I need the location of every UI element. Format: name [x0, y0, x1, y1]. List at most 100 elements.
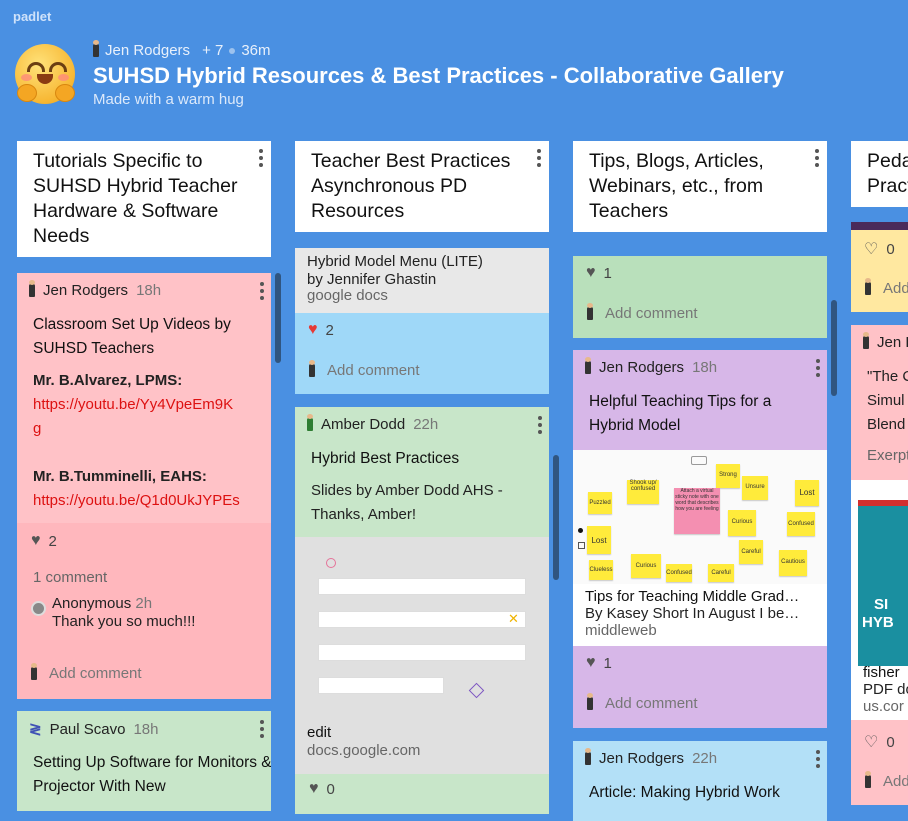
post-menu-icon[interactable]	[816, 359, 820, 380]
sticky-note: Unsure	[742, 476, 768, 500]
sticky-note: Careful	[739, 540, 763, 564]
post-menu-icon[interactable]	[816, 750, 820, 771]
post-pedagogy-previous[interactable]: ♡ 0 Add comment	[851, 222, 908, 312]
column-scrollbar[interactable]	[275, 273, 281, 363]
heart-icon: ♥	[308, 321, 318, 338]
heart-outline-icon: ♡	[864, 241, 879, 258]
attachment-source: docs.google.com	[307, 742, 421, 759]
video-link-2[interactable]: https://youtu.be/Q1d0UkJYPEs	[33, 489, 240, 513]
like-count: 1	[603, 654, 612, 672]
like-button[interactable]: ♡ 0	[864, 239, 895, 259]
attachment-preview[interactable]: Hybrid Model Menu (LITE) by Jennifer Gha…	[295, 248, 549, 313]
add-comment-label: Add comment	[327, 362, 420, 379]
doc-placeholder-bar	[318, 677, 444, 694]
slide-icon	[691, 456, 707, 465]
add-comment[interactable]: Add comment	[309, 360, 420, 379]
sticky-note: Puzzled	[588, 492, 612, 514]
post-pedagogy-book[interactable]: Jen Rodgers "The C Simul Blend Exerpt SI…	[851, 325, 908, 805]
post-title: Classroom Set Up Videos by SUHSD Teacher…	[33, 316, 231, 357]
post-menu-icon[interactable]	[260, 282, 264, 303]
heart-icon: ♥	[586, 654, 596, 671]
author-avatar-icon	[29, 280, 35, 297]
attachment-preview[interactable]: Shook up/ confused Strong Unsure Lost Pu…	[573, 450, 827, 646]
add-comment[interactable]: Add	[865, 771, 908, 790]
hug-emoji-icon	[15, 44, 75, 104]
commenter-avatar-icon	[587, 693, 593, 710]
comment: Anonymous 2h Thank you so much!!!	[52, 595, 195, 631]
doc-placeholder-bar	[318, 611, 526, 628]
like-button[interactable]: ♥ 2	[31, 532, 57, 550]
author-avatar-icon	[585, 357, 591, 374]
attachment-subtitle: By Kasey Short In August I be…	[585, 605, 800, 622]
padlet-logo[interactable]: padlet	[13, 9, 51, 24]
commenter-avatar-icon	[865, 278, 871, 295]
doc-placeholder-bar	[318, 644, 526, 661]
add-comment[interactable]: Add comment	[31, 663, 142, 682]
board-title: SUHSD Hybrid Resources & Best Practices …	[93, 63, 784, 88]
attachment-title: Tips for Teaching Middle Grad…	[585, 588, 800, 605]
post-hybrid-best-practices[interactable]: Amber Dodd 22h Hybrid Best Practices Sli…	[295, 407, 549, 777]
post-menu-icon[interactable]	[538, 416, 542, 437]
post-title-line: Simul	[867, 392, 905, 409]
attachment-subtitle: by Jennifer Ghastin	[307, 271, 437, 288]
post-tips-previous[interactable]: ♥ 1 Add comment	[573, 256, 827, 338]
column-header-pedagogy: Pedagogy Practices	[851, 141, 908, 207]
post-teaching-tips[interactable]: Jen Rodgers 18h Helpful Teaching Tips fo…	[573, 350, 827, 728]
comments-count[interactable]: 1 comment	[33, 566, 107, 590]
column-scrollbar[interactable]	[831, 300, 837, 396]
separator-dot-icon	[229, 47, 236, 54]
post-classroom-setup[interactable]: Jen Rodgers 18h Classroom Set Up Videos …	[17, 273, 271, 699]
sticky-note: Curious	[728, 510, 756, 536]
sticky-note: Careful	[708, 564, 734, 582]
like-count: 2	[48, 532, 57, 550]
teacher-name-2: Mr. B.Tumminelli, EAHS:	[33, 468, 207, 485]
post-software-setup[interactable]: ≷ Paul Scavo 18h Setting Up Software for…	[17, 711, 271, 811]
attachment-title: Hybrid Model Menu (LITE)	[307, 253, 483, 270]
contributors-count[interactable]: + 7	[202, 42, 223, 59]
column-menu-icon[interactable]	[537, 149, 541, 170]
like-button[interactable]: ♡ 0	[864, 732, 895, 752]
author-name: Jen Rodgers	[43, 282, 129, 299]
post-title: Helpful Teaching Tips for a Hybrid Model	[589, 393, 772, 434]
attachment-preview[interactable]: ✕ edit docs.google.com	[295, 537, 549, 777]
author-avatar-icon	[93, 40, 99, 57]
commenter-avatar-icon	[31, 663, 37, 680]
like-button[interactable]: ♥ 1	[586, 654, 612, 672]
post-menu-icon[interactable]	[260, 720, 264, 741]
post-time: 22h	[413, 416, 439, 433]
sticky-note: Lost	[587, 526, 611, 554]
add-comment[interactable]: Add comment	[587, 693, 698, 712]
author-name: Jen Rodgers	[877, 334, 908, 351]
column-scrollbar[interactable]	[553, 455, 559, 580]
video-link-1-cont[interactable]: g	[33, 417, 41, 441]
add-comment-label: Add comment	[883, 280, 908, 297]
column-menu-icon[interactable]	[259, 149, 263, 170]
post-article[interactable]: Jen Rodgers 22h Article: Making Hybrid W…	[573, 741, 827, 821]
author-name: Amber Dodd	[321, 416, 406, 433]
attachment-preview[interactable]: SI HYB fisher PDF do us.cor	[851, 480, 908, 720]
post-time: 18h	[136, 282, 162, 299]
video-link-1[interactable]: https://youtu.be/Yy4VpeEm9K	[33, 393, 233, 417]
board-author[interactable]: Jen Rodgers	[105, 42, 190, 59]
heart-icon: ♥	[309, 780, 319, 797]
add-comment[interactable]: Add comment	[865, 278, 908, 297]
post-author: Amber Dodd 22h	[307, 414, 439, 433]
close-x-icon: ✕	[508, 611, 519, 626]
like-button[interactable]: ♥ 0	[309, 780, 335, 798]
like-button[interactable]: ♥ 2	[308, 321, 334, 339]
like-button[interactable]: ♥ 1	[586, 264, 612, 282]
commenter-avatar-icon	[309, 360, 315, 377]
sticky-notes-image: Shook up/ confused Strong Unsure Lost Pu…	[573, 450, 827, 584]
post-next[interactable]: ♥ 0	[295, 774, 549, 814]
column-menu-icon[interactable]	[815, 149, 819, 170]
sticky-note: Confused	[666, 564, 692, 582]
author-avatar-icon: ≷	[29, 721, 42, 738]
commenter-avatar-icon	[865, 771, 871, 788]
author-name: Jen Rodgers	[599, 750, 685, 767]
post-hybrid-menu[interactable]: Hybrid Model Menu (LITE) by Jennifer Gha…	[295, 248, 549, 394]
post-body: Slides by Amber Dodd AHS - Thanks, Amber…	[311, 482, 503, 523]
teacher-name-1: Mr. B.Alvarez, LPMS:	[33, 372, 183, 389]
add-comment[interactable]: Add comment	[587, 303, 698, 322]
sticky-note: Confused	[787, 512, 815, 536]
like-count: 0	[326, 780, 335, 798]
